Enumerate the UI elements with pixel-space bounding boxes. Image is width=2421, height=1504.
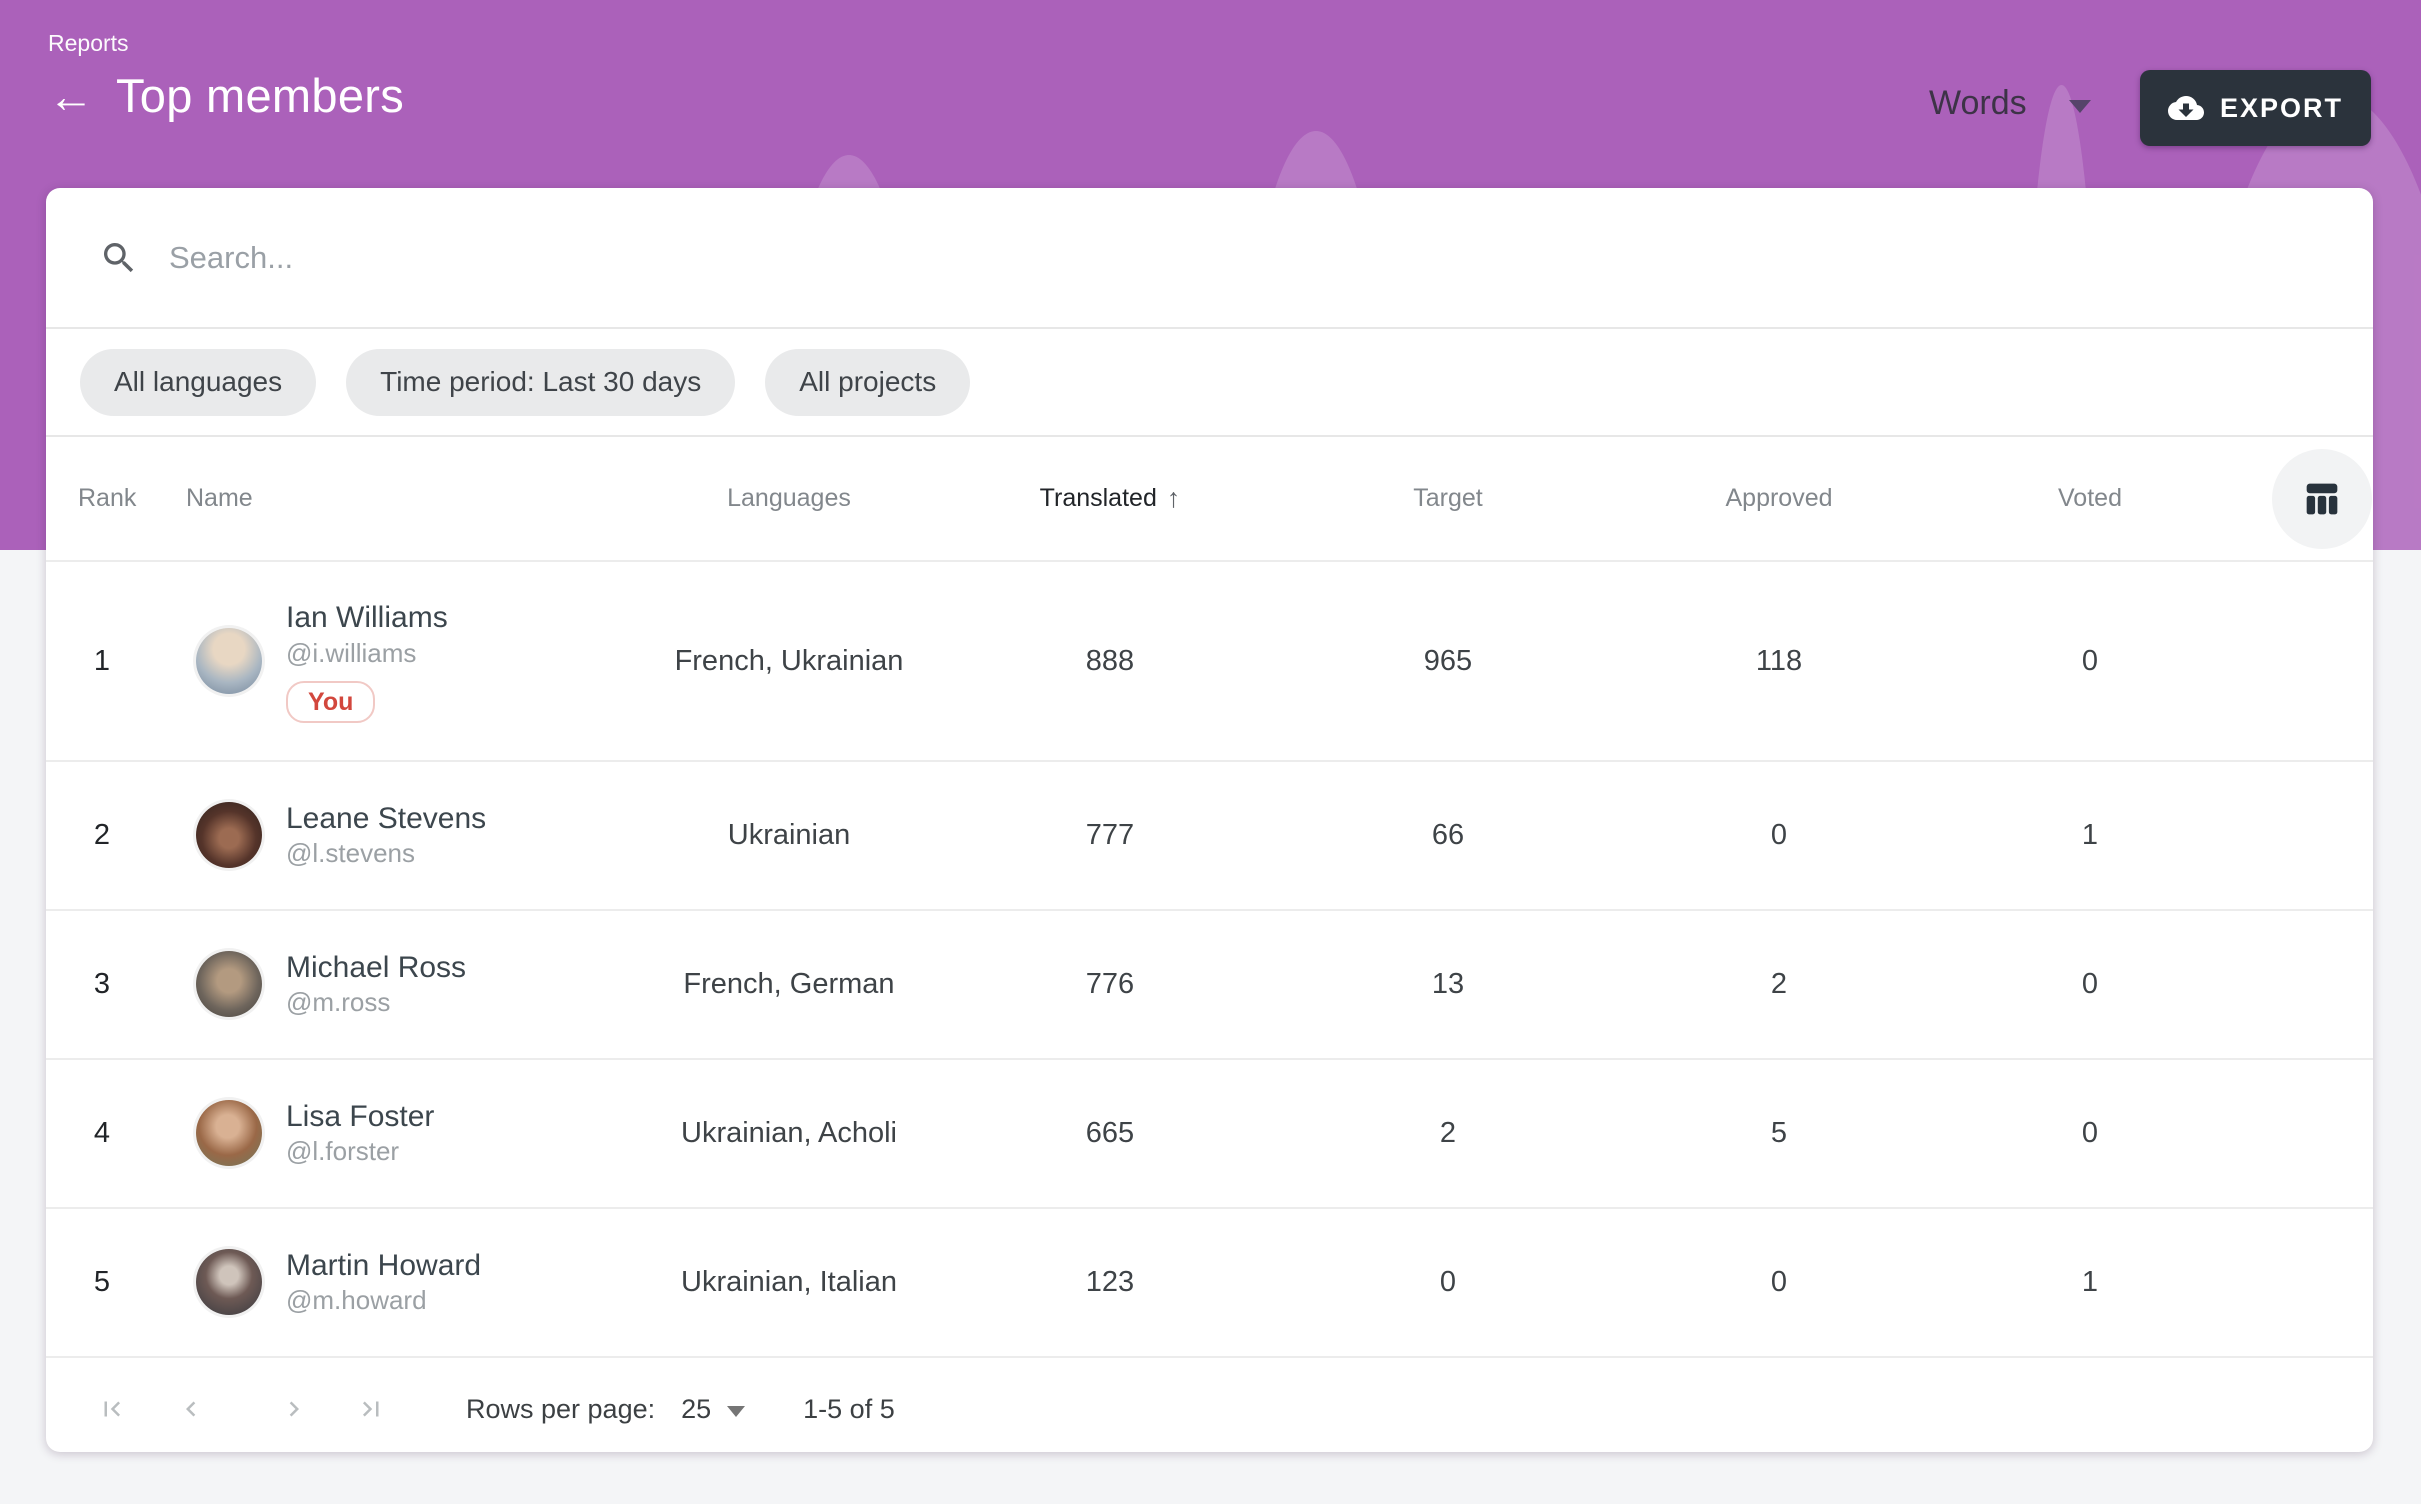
rank-value: 1 [46, 645, 158, 678]
column-header-languages[interactable]: Languages [606, 484, 972, 513]
caret-down-icon [2069, 100, 2091, 113]
last-page-icon [356, 1393, 386, 1425]
translated-value: 123 [972, 1266, 1248, 1299]
languages-value: French, German [606, 968, 972, 1001]
member-name: Michael Ross [286, 949, 466, 987]
member-handle: @m.howard [286, 1284, 427, 1318]
column-header-approved[interactable]: Approved [1648, 484, 1910, 513]
pagination-range: 1-5 of 5 [803, 1394, 895, 1425]
table-row[interactable]: 1 Ian Williams @i.williams You French, U… [46, 560, 2373, 760]
cloud-download-icon [2168, 90, 2204, 126]
filter-bar: All languages Time period: Last 30 days … [46, 329, 2373, 437]
search-icon [99, 238, 139, 278]
rows-per-page-label: Rows per page: [466, 1394, 655, 1425]
avatar [196, 1249, 262, 1315]
member-handle: @m.ross [286, 986, 390, 1020]
you-badge: You [286, 681, 375, 723]
table-row[interactable]: 5 Martin Howard @m.howard Ukrainian, Ita… [46, 1207, 2373, 1356]
voted-value: 0 [1910, 1117, 2270, 1150]
languages-value: Ukrainian, Acholi [606, 1117, 972, 1150]
table-row[interactable]: 2 Leane Stevens @l.stevens Ukrainian 777… [46, 760, 2373, 909]
target-value: 0 [1248, 1266, 1648, 1299]
filter-time-period-chip[interactable]: Time period: Last 30 days [346, 349, 735, 416]
member-name: Martin Howard [286, 1247, 481, 1285]
member-name: Ian Williams [286, 599, 448, 637]
sort-ascending-arrow-icon: ↑ [1167, 483, 1181, 514]
rank-value: 4 [46, 1117, 158, 1150]
caret-down-icon [727, 1406, 745, 1417]
approved-value: 5 [1648, 1117, 1910, 1150]
voted-value: 1 [1910, 1266, 2270, 1299]
member-name: Lisa Foster [286, 1098, 434, 1136]
translated-value: 777 [972, 819, 1248, 852]
column-header-translated[interactable]: Translated ↑ [972, 483, 1248, 514]
avatar [196, 802, 262, 868]
column-header-rank[interactable]: Rank [46, 484, 176, 513]
member-handle: @i.williams [286, 637, 416, 671]
page-title: Top members [116, 68, 404, 123]
table-columns-icon [2299, 476, 2345, 522]
rows-per-page-dropdown[interactable]: 25 [681, 1394, 745, 1425]
voted-value: 1 [1910, 819, 2270, 852]
member-name: Leane Stevens [286, 800, 486, 838]
column-header-translated-label: Translated [1040, 484, 1157, 513]
member-handle: @l.forster [286, 1135, 399, 1169]
target-value: 965 [1248, 645, 1648, 678]
filter-languages-chip[interactable]: All languages [80, 349, 316, 416]
table-header-row: Rank Name Languages Translated ↑ Target … [46, 437, 2373, 560]
target-value: 13 [1248, 968, 1648, 1001]
column-header-target[interactable]: Target [1248, 484, 1648, 513]
rank-value: 5 [46, 1266, 158, 1299]
last-page-button[interactable] [356, 1394, 386, 1424]
chevron-left-icon [176, 1393, 206, 1425]
column-header-voted[interactable]: Voted [1910, 484, 2270, 513]
member-handle: @l.stevens [286, 837, 415, 871]
column-header-name[interactable]: Name [176, 484, 606, 513]
approved-value: 0 [1648, 819, 1910, 852]
search-bar [46, 188, 2373, 329]
target-value: 66 [1248, 819, 1648, 852]
languages-value: Ukrainian [606, 819, 972, 852]
pagination-bar: Rows per page: 25 1-5 of 5 [46, 1356, 2373, 1460]
avatar [196, 628, 262, 694]
previous-page-button[interactable] [176, 1394, 206, 1424]
voted-value: 0 [1910, 968, 2270, 1001]
search-input[interactable] [167, 239, 1571, 277]
column-settings-button[interactable] [2272, 449, 2372, 549]
table-body: 1 Ian Williams @i.williams You French, U… [46, 560, 2373, 1356]
first-page-button[interactable] [97, 1394, 127, 1424]
next-page-button[interactable] [279, 1394, 309, 1424]
translated-value: 665 [972, 1117, 1248, 1150]
export-button[interactable]: EXPORT [2140, 70, 2371, 146]
approved-value: 2 [1648, 968, 1910, 1001]
languages-value: French, Ukrainian [606, 645, 972, 678]
chevron-right-icon [279, 1393, 309, 1425]
approved-value: 0 [1648, 1266, 1910, 1299]
translated-value: 776 [972, 968, 1248, 1001]
table-row[interactable]: 4 Lisa Foster @l.forster Ukrainian, Acho… [46, 1058, 2373, 1207]
target-value: 2 [1248, 1117, 1648, 1150]
voted-value: 0 [1910, 645, 2270, 678]
avatar [196, 951, 262, 1017]
avatar [196, 1100, 262, 1166]
report-card: All languages Time period: Last 30 days … [46, 188, 2373, 1452]
report-unit-value: Words [1929, 84, 2027, 123]
export-button-label: EXPORT [2220, 93, 2343, 124]
table-row[interactable]: 3 Michael Ross @m.ross French, German 77… [46, 909, 2373, 1058]
translated-value: 888 [972, 645, 1248, 678]
breadcrumb: Reports [48, 30, 129, 57]
rank-value: 2 [46, 819, 158, 852]
rows-per-page-value: 25 [681, 1394, 711, 1425]
report-unit-dropdown[interactable]: Words [1929, 84, 2091, 123]
rank-value: 3 [46, 968, 158, 1001]
approved-value: 118 [1648, 645, 1910, 678]
languages-value: Ukrainian, Italian [606, 1266, 972, 1299]
back-arrow-icon[interactable]: ← [48, 73, 94, 119]
filter-projects-chip[interactable]: All projects [765, 349, 970, 416]
first-page-icon [97, 1393, 127, 1425]
